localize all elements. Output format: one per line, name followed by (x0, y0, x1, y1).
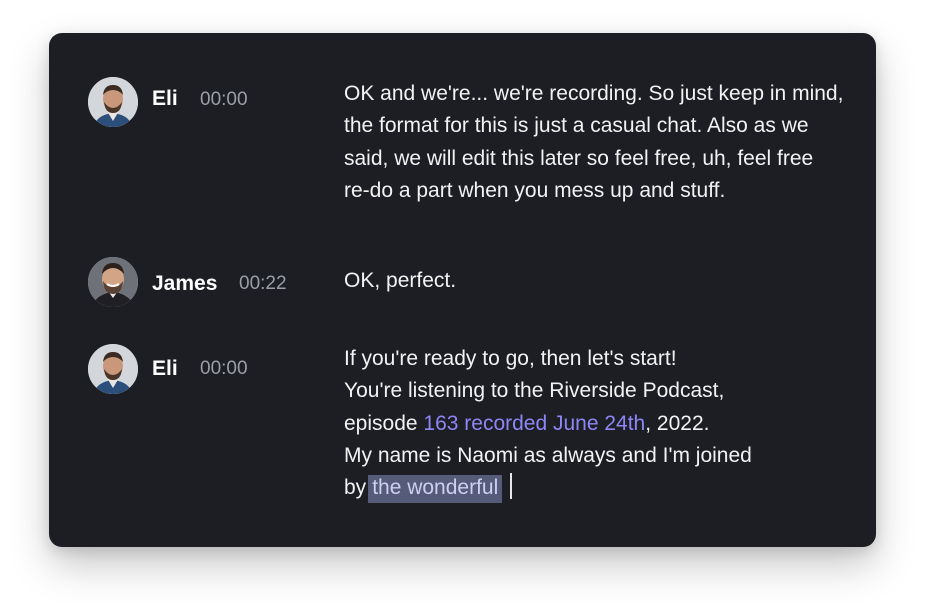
transcript-text[interactable]: OK, perfect. (344, 265, 844, 297)
text-line: If you're ready to go, then let's start! (344, 347, 677, 370)
selected-text[interactable]: the wonderful (368, 475, 503, 504)
text-line: My name is Naomi as always and I'm joine… (344, 443, 752, 467)
text-segment: by (344, 476, 367, 500)
timestamp[interactable]: 00:00 (200, 87, 248, 113)
avatar-eli[interactable] (88, 344, 138, 394)
transcript-card: Eli 00:00 OK and we're... we're recordin… (49, 33, 876, 547)
highlighted-link-text[interactable]: 163 recorded June 24th (423, 412, 645, 435)
timestamp[interactable]: 00:00 (200, 356, 248, 382)
text-segment: episode (344, 411, 424, 435)
text-segment: , 2022. (645, 411, 710, 435)
speaker-name: James (152, 272, 218, 295)
text-line: by the wonderful (344, 472, 844, 504)
avatar-eli[interactable] (88, 77, 138, 127)
avatar-james[interactable] (88, 257, 138, 307)
text-cursor (510, 473, 513, 500)
transcript-text[interactable]: OK and we're... we're recording. So just… (344, 78, 844, 207)
transcript-text[interactable]: If you're ready to go, then let's start!… (344, 343, 844, 504)
speaker-name: Eli (152, 357, 178, 380)
speaker-name: Eli (152, 87, 178, 110)
text-line: You're listening to the Riverside Podcas… (344, 379, 725, 403)
text-line: episode 163 recorded June 24th, 2022. (344, 408, 844, 440)
timestamp[interactable]: 00:22 (239, 271, 287, 297)
